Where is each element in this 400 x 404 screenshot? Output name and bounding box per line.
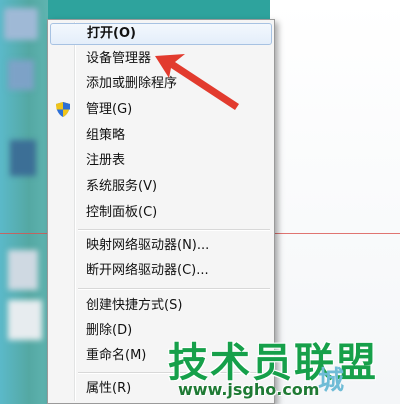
menu-separator: [78, 229, 270, 231]
annotation-arrow-icon: [155, 54, 239, 110]
menu-item-open[interactable]: 打开(O): [50, 23, 272, 45]
menu-item-control-panel[interactable]: 控制面板(C): [50, 202, 272, 224]
menu-item-disconnect-network-drive[interactable]: 断开网络驱动器(C)...: [50, 260, 272, 282]
menu-item-group-policy[interactable]: 组策略: [50, 125, 272, 147]
menu-item-label: 系统服务(V): [86, 179, 158, 194]
watermark-url: www.jsgho.com: [178, 380, 320, 399]
menu-item-label: 控制面板(C): [86, 205, 158, 220]
menu-item-registry[interactable]: 注册表: [50, 150, 272, 172]
menu-item-label: 映射网络驱动器(N)...: [86, 238, 210, 253]
menu-separator: [78, 288, 270, 290]
menu-item-label: 断开网络驱动器(C)...: [86, 263, 209, 278]
desktop-icon-4: [8, 250, 38, 290]
desktop-icon-computer: [4, 8, 38, 40]
desktop-icon-3: [10, 140, 36, 176]
menu-item-map-network-drive[interactable]: 映射网络驱动器(N)...: [50, 235, 272, 257]
watermark-tail: 城: [318, 366, 345, 396]
menu-item-label: 创建快捷方式(S): [86, 298, 183, 313]
desktop-icon-2: [8, 60, 34, 90]
menu-item-label: 管理(G): [86, 102, 133, 117]
desktop-icon-5: [8, 300, 42, 340]
menu-item-label: 属性(R): [86, 381, 132, 396]
menu-item-create-shortcut[interactable]: 创建快捷方式(S): [50, 295, 272, 317]
menu-item-label: 删除(D): [86, 323, 133, 338]
menu-item-label: 重命名(M): [86, 348, 147, 363]
shield-icon: [56, 102, 70, 117]
menu-item-label: 注册表: [86, 153, 126, 168]
menu-item-system-services[interactable]: 系统服务(V): [50, 176, 272, 198]
menu-item-label: 打开(O): [87, 26, 136, 41]
menu-item-label: 组策略: [86, 128, 126, 143]
menu-item-label: 设备管理器: [86, 51, 152, 66]
